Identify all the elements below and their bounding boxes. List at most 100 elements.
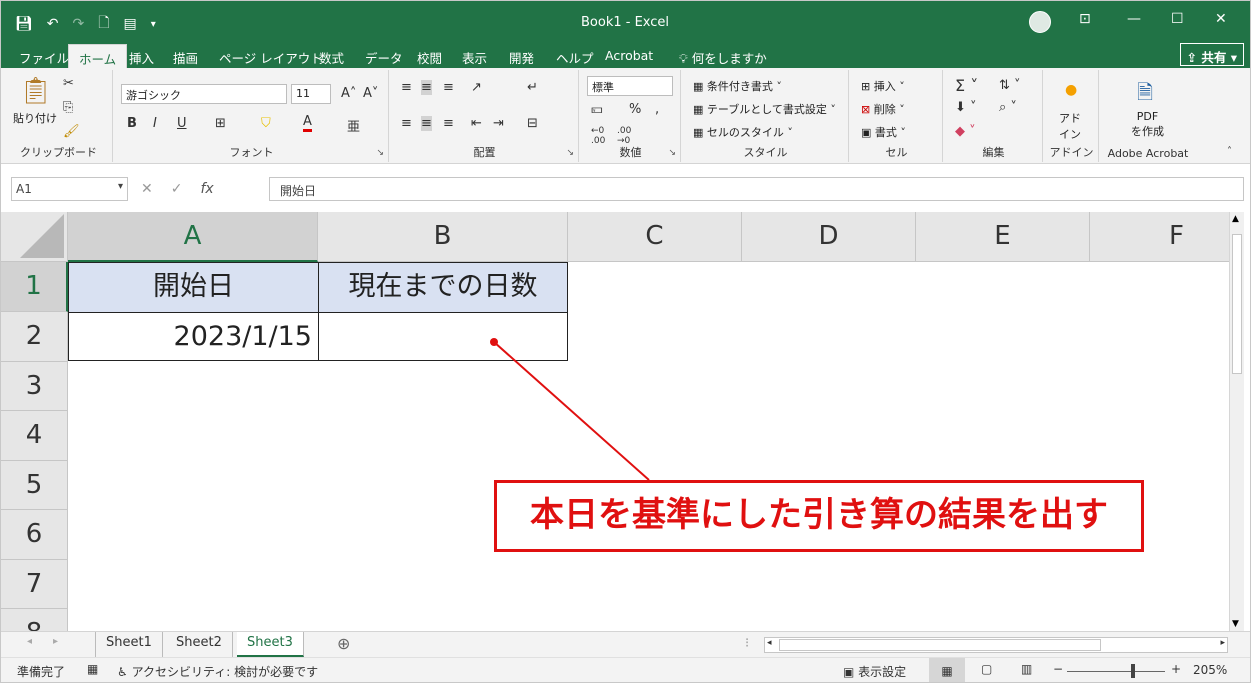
column-header-e[interactable]: E (916, 212, 1090, 262)
cell-b2[interactable] (318, 312, 568, 361)
cut-icon[interactable]: ✂ (63, 76, 74, 91)
split-handle-icon[interactable]: ⁝ (745, 636, 749, 651)
bold-icon[interactable]: B (127, 116, 137, 131)
sheet-tab-2[interactable]: Sheet2 (166, 632, 233, 657)
wrap-text-icon[interactable]: ↵ (527, 80, 538, 95)
column-header-d[interactable]: D (742, 212, 916, 262)
column-header-f[interactable]: F (1090, 212, 1229, 262)
sort-filter-icon[interactable]: ⇅ ˅ (999, 78, 1021, 93)
shrink-font-icon[interactable]: A˅ (363, 86, 378, 101)
fill-icon[interactable]: ⬇ ˅ (955, 100, 977, 115)
column-header-c[interactable]: C (568, 212, 742, 262)
tell-me-search[interactable]: 💡︎ 何をしますか (679, 48, 767, 67)
name-box-dropdown-icon[interactable]: ▾ (118, 181, 123, 192)
grow-font-icon[interactable]: A˄ (341, 86, 356, 101)
underline-icon[interactable]: U (177, 116, 187, 131)
font-color-icon[interactable]: A (303, 114, 312, 132)
create-pdf-icon[interactable]: 🗎 (1137, 78, 1153, 112)
enter-icon[interactable]: ✓ (171, 181, 183, 197)
paste-icon[interactable]: 📋︎ (19, 76, 52, 106)
tab-page-layout[interactable]: ページ レイアウト (219, 48, 323, 67)
account-avatar[interactable] (1029, 11, 1051, 33)
zoom-in-icon[interactable]: + (1171, 662, 1181, 676)
merge-center-icon[interactable]: ⊟ (527, 116, 538, 131)
cell-a1[interactable]: 開始日 (68, 262, 319, 313)
cell-b1[interactable]: 現在までの日数 (318, 262, 568, 313)
fill-color-icon[interactable]: ⛉ (261, 116, 271, 131)
column-header-b[interactable]: B (318, 212, 568, 262)
tab-acrobat[interactable]: Acrobat (605, 48, 653, 63)
tab-review[interactable]: 校閲 (417, 48, 442, 67)
autosum-icon[interactable]: Σ ˅ (955, 76, 978, 95)
number-launcher-icon[interactable]: ↘ (668, 148, 676, 158)
phonetic-icon[interactable]: 亜 (347, 116, 360, 135)
orientation-icon[interactable]: ↗ (471, 80, 482, 95)
name-box[interactable]: A1 ▾ (11, 177, 128, 201)
format-as-table-button[interactable]: ▦ テーブルとして書式設定 ˅ (693, 101, 836, 117)
ribbon-display-icon[interactable]: ⊡ (1079, 11, 1091, 27)
tab-data[interactable]: データ (365, 48, 403, 67)
insert-function-icon[interactable]: fx (200, 181, 213, 197)
form-icon[interactable]: ▤ (124, 16, 137, 32)
copy-icon[interactable]: ⎘ (63, 100, 73, 115)
tab-view[interactable]: 表示 (462, 48, 487, 67)
align-left-icon[interactable]: ≡ (401, 116, 412, 131)
tab-insert[interactable]: 挿入 (129, 48, 154, 67)
share-button[interactable]: ⇪ 共有 ▾ (1179, 43, 1244, 66)
border-icon[interactable]: ⊞ (215, 116, 226, 131)
tab-draw[interactable]: 描画 (173, 48, 198, 67)
zoom-slider[interactable] (1067, 671, 1165, 672)
maximize-icon[interactable]: ☐ (1171, 11, 1184, 27)
row-header-3[interactable]: 3 (1, 362, 68, 411)
align-right-icon[interactable]: ≡ (443, 116, 454, 131)
currency-icon[interactable]: 💴︎ (591, 102, 603, 117)
vertical-scrollbar[interactable]: ▲ ▼ (1229, 212, 1244, 631)
page-break-view-icon[interactable]: ▥ (1021, 662, 1032, 676)
sheet-tab-1[interactable]: Sheet1 (95, 632, 163, 657)
create-pdf-button[interactable]: PDF を作成 (1131, 110, 1164, 139)
accessibility-checker[interactable]: ♿︎ アクセシビリティ: 検討が必要です (117, 663, 318, 680)
conditional-formatting-button[interactable]: ▦ 条件付き書式 ˅ (693, 78, 782, 94)
save-icon[interactable]: 💾︎ (15, 16, 33, 32)
decrease-decimal-icon[interactable]: .00 →0 (617, 126, 631, 146)
tab-formulas[interactable]: 数式 (319, 48, 344, 67)
tab-developer[interactable]: 開発 (509, 48, 534, 67)
insert-cells-button[interactable]: ⊞ 挿入 ˅ (861, 78, 905, 94)
addins-icon[interactable]: ● (1065, 82, 1077, 98)
align-center-icon[interactable]: ≡ (421, 116, 432, 131)
cancel-icon[interactable]: ✕ (141, 181, 153, 197)
sheet-tab-3[interactable]: Sheet3 (237, 632, 304, 657)
zoom-slider-thumb[interactable] (1131, 664, 1135, 678)
format-painter-icon[interactable]: 🖌︎ (63, 124, 80, 139)
select-all-corner[interactable] (1, 212, 68, 262)
row-header-2[interactable]: 2 (1, 312, 68, 362)
display-settings-button[interactable]: ▣ 表示設定 (843, 663, 906, 680)
tab-help[interactable]: ヘルプ (556, 48, 594, 67)
prev-sheet-icon[interactable]: ◂ (27, 636, 32, 647)
scroll-left-icon[interactable]: ◂ (767, 638, 772, 648)
row-header-4[interactable]: 4 (1, 411, 68, 461)
scroll-up-icon[interactable]: ▲ (1232, 214, 1239, 224)
number-format-select[interactable]: 標準 (587, 76, 673, 96)
cell-styles-button[interactable]: ▦ セルのスタイル ˅ (693, 124, 793, 140)
vertical-scroll-thumb[interactable] (1232, 234, 1242, 374)
align-bottom-icon[interactable]: ≡ (443, 80, 454, 95)
find-icon[interactable]: ⌕ ˅ (999, 100, 1017, 115)
normal-view-icon[interactable]: ▦ (929, 658, 965, 682)
clear-icon[interactable]: ◆ ˅ (955, 124, 976, 139)
italic-icon[interactable]: I (153, 116, 157, 131)
paste-button[interactable]: 貼り付け (13, 110, 57, 126)
font-name-select[interactable]: 游ゴシック (121, 84, 287, 104)
undo-icon[interactable]: ↶ (47, 16, 59, 32)
delete-cells-button[interactable]: ⊠ 削除 ˅ (861, 101, 905, 117)
column-header-a[interactable]: A (68, 212, 318, 262)
align-middle-icon[interactable]: ≡ (421, 80, 432, 95)
zoom-out-icon[interactable]: − (1053, 662, 1063, 676)
font-size-select[interactable]: 11 (291, 84, 331, 104)
format-cells-button[interactable]: ▣ 書式 ˅ (861, 124, 906, 140)
align-top-icon[interactable]: ≡ (401, 80, 412, 95)
close-icon[interactable]: ✕ (1215, 11, 1227, 27)
comma-icon[interactable]: , (655, 102, 659, 117)
row-header-1[interactable]: 1 (1, 262, 68, 312)
next-sheet-icon[interactable]: ▸ (53, 636, 58, 647)
